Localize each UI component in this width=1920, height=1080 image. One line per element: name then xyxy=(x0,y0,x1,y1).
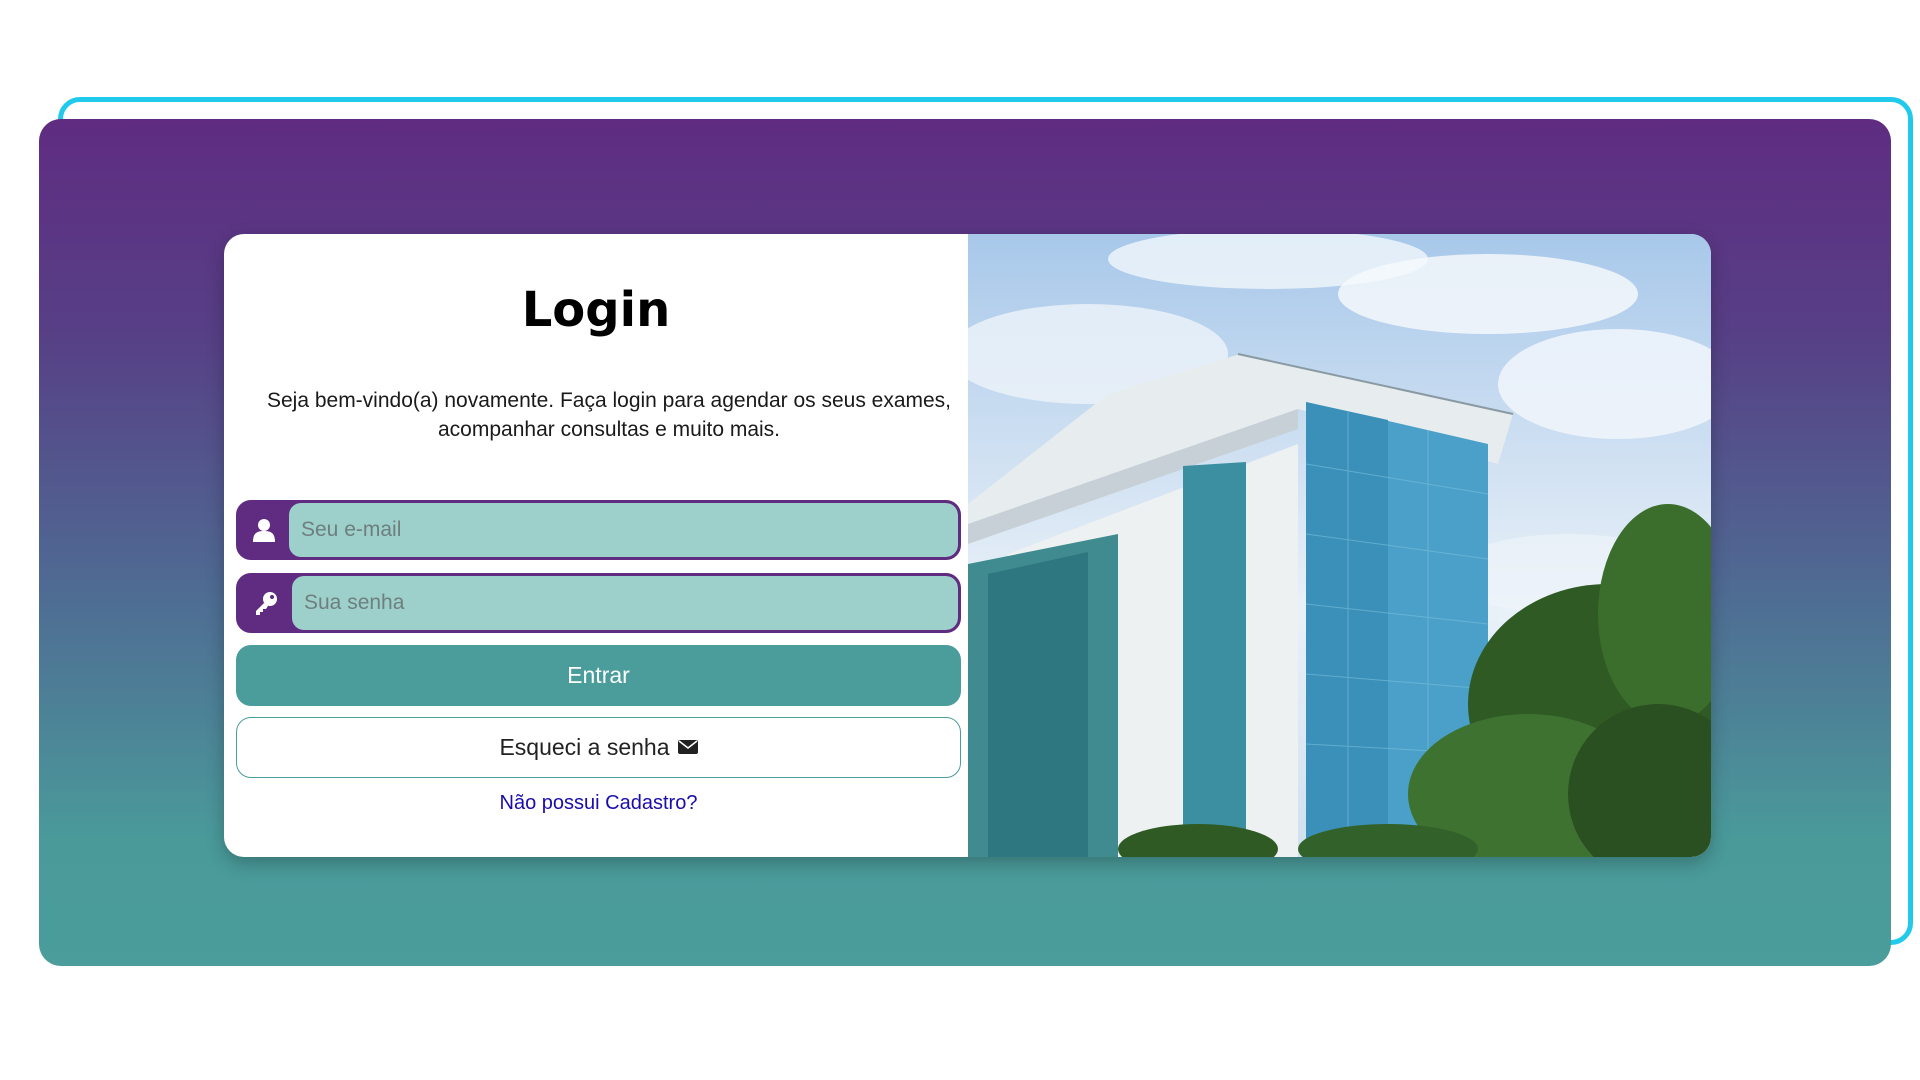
login-form: Login Seja bem-vindo(a) novamente. Faça … xyxy=(224,234,968,857)
email-field[interactable] xyxy=(289,503,958,557)
page-title: Login xyxy=(521,282,671,338)
envelope-icon xyxy=(677,734,698,761)
register-link[interactable]: Não possui Cadastro? xyxy=(224,792,973,815)
key-icon xyxy=(239,576,292,630)
password-input-group xyxy=(236,573,961,633)
forgot-password-button[interactable]: Esqueci a senha xyxy=(236,717,961,778)
welcome-text: Seja bem-vindo(a) novamente. Faça login … xyxy=(266,389,952,441)
forgot-password-label: Esqueci a senha xyxy=(499,734,670,760)
user-icon xyxy=(239,503,289,557)
login-card: Login Seja bem-vindo(a) novamente. Faça … xyxy=(224,234,1711,857)
building-illustration xyxy=(948,234,1711,857)
password-field[interactable] xyxy=(292,576,958,630)
submit-button[interactable]: Entrar xyxy=(236,645,961,706)
email-input-group xyxy=(236,500,961,560)
building-photo xyxy=(948,234,1711,857)
